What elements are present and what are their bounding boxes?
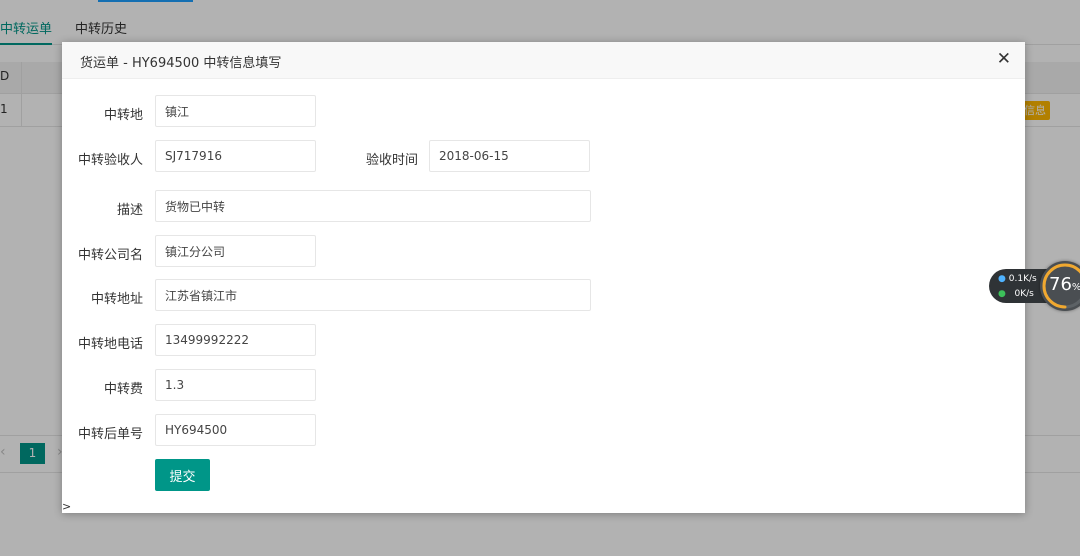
upload-arrow-icon: ● [998, 274, 1006, 284]
memory-percent-value: 76 [1049, 274, 1072, 295]
transfer-place-label: 中转地 [103, 108, 143, 123]
fee-label: 中转费 [103, 382, 143, 397]
upload-speed-unit: K/s [1023, 274, 1037, 284]
receive-time-input[interactable] [429, 140, 590, 172]
download-speed-unit: K/s [1020, 289, 1034, 299]
transfer-info-dialog: 货运单 - HY694500 中转信息填写 ✕ 中转地 中转验收人 验收时间 描… [62, 42, 1025, 513]
company-label: 中转公司名 [77, 248, 143, 263]
dialog-header: 货运单 - HY694500 中转信息填写 ✕ [62, 42, 1025, 79]
memory-percent-sign: % [1072, 282, 1080, 293]
address-input[interactable] [155, 279, 591, 311]
new-order-label: 中转后单号 [77, 427, 143, 442]
submit-button[interactable]: 提交 [155, 459, 210, 491]
new-order-input[interactable] [155, 414, 316, 446]
caret-marker: > [62, 500, 72, 513]
transfer-place-input[interactable] [155, 95, 316, 127]
company-input[interactable] [155, 235, 316, 267]
upload-speed-value: 0.1 [1008, 274, 1024, 284]
receive-time-label: 验收时间 [365, 153, 418, 168]
description-input[interactable] [155, 190, 591, 222]
fee-input[interactable] [155, 369, 316, 401]
description-label: 描述 [116, 203, 143, 218]
memory-gauge[interactable]: 76% [1040, 261, 1080, 311]
memory-percent: 76% [1049, 274, 1080, 295]
dialog-title: 货运单 - HY694500 中转信息填写 [80, 56, 282, 71]
phone-input[interactable] [155, 324, 316, 356]
close-icon[interactable]: ✕ [997, 49, 1011, 69]
download-speed: ● 0K/s [998, 289, 1034, 299]
download-arrow-icon: ● [998, 289, 1006, 299]
phone-label: 中转地电话 [77, 337, 143, 352]
receiver-input[interactable] [155, 140, 316, 172]
receiver-label: 中转验收人 [77, 153, 143, 168]
address-label: 中转地址 [90, 292, 143, 307]
upload-speed: ● 0.1K/s [998, 274, 1037, 284]
